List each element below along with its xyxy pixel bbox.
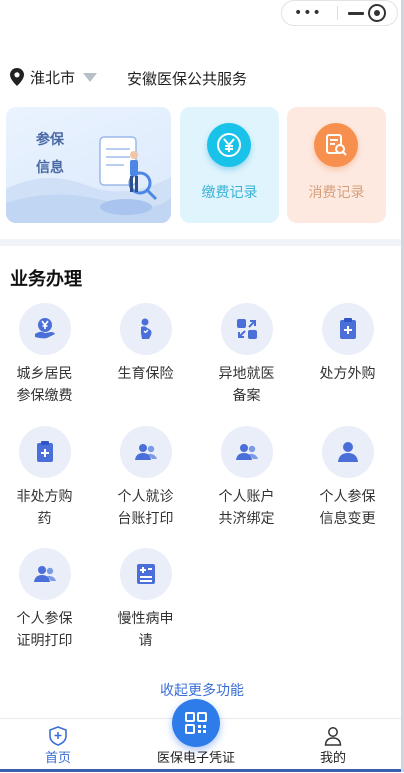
grid-item-maternity[interactable]: 生育保险 <box>95 303 196 385</box>
spending-record-label: 消费记录 <box>308 185 365 201</box>
grid-item-label: 药 <box>37 511 52 527</box>
clipboard-plus-icon <box>18 426 71 478</box>
grid-item-label: 请 <box>138 633 153 649</box>
grid-item-label: 个人参保 <box>319 489 376 505</box>
insurance-info-card[interactable]: 参保 信息 <box>6 107 171 223</box>
payment-record-label: 缴费记录 <box>201 185 258 201</box>
grid-item-otc-drugs[interactable]: 非处方购药 <box>0 426 95 530</box>
hospital-icon <box>119 548 172 600</box>
grid-item-label: 处方外购 <box>319 366 376 382</box>
qr-code-button[interactable] <box>172 699 220 747</box>
qr-code-icon <box>185 712 207 734</box>
tab-home-label: 首页 <box>44 751 71 766</box>
grid-item-chronic-disease[interactable]: 慢性病申请 <box>95 548 196 652</box>
person-icon <box>324 727 342 746</box>
city-selector[interactable]: 淮北市 <box>30 67 75 88</box>
grid-item-label: 信息变更 <box>319 511 376 527</box>
page-title: 安徽医保公共服务 <box>127 70 248 88</box>
hand-yen-icon <box>18 303 71 355</box>
miniprogram-capsule: ••• <box>281 0 398 26</box>
grid-item-visit-ledger-print[interactable]: 个人就诊 台账打印 <box>95 426 196 530</box>
tab-medical-qr-label: 医保电子凭证 <box>156 751 235 766</box>
location-pin-icon <box>10 68 24 86</box>
collapse-more-link[interactable]: 收起更多功能 <box>0 680 404 700</box>
grid-item-label: 城乡居民 <box>16 366 73 382</box>
insurance-info-line1: 参保 <box>36 132 64 148</box>
chevron-down-icon[interactable] <box>83 73 97 82</box>
transfer-icon <box>220 303 273 355</box>
insurance-info-line2: 信息 <box>36 160 64 176</box>
close-target-icon[interactable] <box>368 4 386 22</box>
payment-record-card[interactable]: 缴费记录 <box>180 107 279 223</box>
user-icon <box>321 426 374 478</box>
grid-item-label: 台账打印 <box>117 511 174 527</box>
minimize-icon[interactable] <box>348 12 364 15</box>
grid-item-label: 个人账户 <box>218 489 275 505</box>
receipt-search-icon <box>314 123 358 167</box>
users-icon <box>18 548 71 600</box>
grid-item-account-binding[interactable]: 个人账户 共济绑定 <box>196 426 297 530</box>
insurance-illustration-icon <box>6 136 171 223</box>
grid-item-label: 慢性病申 <box>117 611 174 627</box>
tab-home[interactable]: 首页 <box>22 719 94 773</box>
grid-item-label: 参保缴费 <box>16 388 73 404</box>
yen-icon <box>207 123 251 167</box>
grid-item-resident-payment[interactable]: 城乡居民 参保缴费 <box>0 303 95 407</box>
tab-mine[interactable]: 我的 <box>300 719 366 773</box>
grid-item-label: 生育保险 <box>117 366 174 382</box>
grid-item-label: 共济绑定 <box>218 511 275 527</box>
grid-item-label: 证明打印 <box>16 633 73 649</box>
more-icon[interactable]: ••• <box>294 6 322 20</box>
users-icon <box>119 426 172 478</box>
grid-item-remote-medical[interactable]: 异地就医 备案 <box>196 303 297 407</box>
grid-item-label: 个人参保 <box>16 611 73 627</box>
spending-record-card[interactable]: 消费记录 <box>287 107 386 223</box>
grid-item-info-change[interactable]: 个人参保 信息变更 <box>297 426 398 530</box>
users-icon <box>220 426 273 478</box>
business-section-title: 业务办理 <box>10 269 82 290</box>
shield-plus-icon <box>49 726 67 746</box>
grid-item-label: 个人就诊 <box>117 489 174 505</box>
grid-item-prescription-purchase[interactable]: 处方外购 <box>297 303 398 385</box>
grid-item-label: 备案 <box>232 388 261 404</box>
capsule-separator <box>337 6 338 20</box>
clipboard-plus-icon <box>321 303 374 355</box>
pregnant-icon <box>119 303 172 355</box>
grid-item-label: 非处方购 <box>16 489 73 505</box>
grid-item-label: 异地就医 <box>218 366 275 382</box>
grid-item-certificate-print[interactable]: 个人参保 证明打印 <box>0 548 95 652</box>
section-divider <box>0 239 404 246</box>
tab-mine-label: 我的 <box>319 751 346 766</box>
